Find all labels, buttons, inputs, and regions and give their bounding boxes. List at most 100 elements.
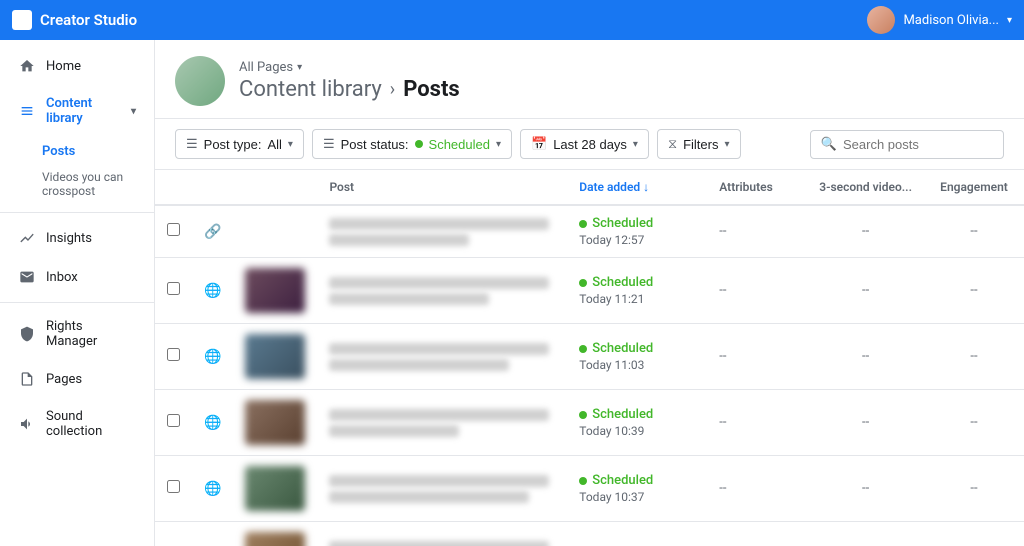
table-row: 🌐 Scheduled [155, 456, 1024, 522]
row-checkbox-2[interactable] [155, 258, 192, 324]
filter-icon: ⧖ [668, 136, 677, 152]
sidebar-item-rights-manager[interactable]: Rights Manager [4, 309, 150, 359]
col-post: Post [317, 170, 567, 205]
breadcrumb-current: Posts [403, 77, 460, 102]
row-icon-4: 🌐 [192, 390, 233, 456]
table-row: 🌐 Scheduled [155, 324, 1024, 390]
page-selector[interactable]: All Pages ▾ [239, 60, 460, 75]
content-library-arrow: ▾ [131, 106, 136, 117]
app-title: Creator Studio [40, 11, 137, 29]
globe-icon: 🌐 [204, 283, 221, 299]
row-checkbox-6[interactable] [155, 522, 192, 546]
post-text-blur [329, 218, 549, 230]
sidebar-item-home[interactable]: Home [4, 47, 150, 85]
row-engagement-5: -- [924, 456, 1024, 522]
preview-image-1 [245, 268, 305, 313]
date-range-filter[interactable]: 📅 Last 28 days ▾ [520, 129, 649, 159]
user-menu-chevron[interactable]: ▾ [1007, 15, 1012, 26]
status-scheduled: Scheduled [579, 473, 695, 488]
row-preview-4 [233, 390, 317, 456]
status-dot-green [579, 477, 587, 485]
post-status-value: Scheduled [429, 137, 490, 152]
globe-icon: 🌐 [204, 481, 221, 497]
sidebar-item-sound-collection[interactable]: Sound collection [4, 399, 150, 449]
post-text-blur [329, 475, 549, 487]
post-status-label: Post status: [341, 137, 409, 152]
col-icon [192, 170, 233, 205]
sidebar-item-content-library[interactable]: Content library ▾ [4, 86, 150, 136]
row-icon-3: 🌐 [192, 324, 233, 390]
sidebar-item-inbox[interactable]: Inbox [4, 258, 150, 296]
row-icon-2: 🌐 [192, 258, 233, 324]
insights-label: Insights [46, 231, 92, 246]
row-video-3: -- [807, 324, 924, 390]
topbar-right: Madison Olivia... ▾ [867, 6, 1012, 34]
sidebar: Home Content library ▾ Posts Videos you … [0, 40, 155, 546]
col-date-added[interactable]: Date added ↓ [567, 170, 707, 205]
sidebar-divider-2 [0, 302, 154, 303]
sidebar-item-pages[interactable]: Pages [4, 360, 150, 398]
status-dot-green [579, 279, 587, 287]
search-box: 🔍 [810, 130, 1004, 159]
rights-icon [18, 325, 36, 343]
page-header-right: All Pages ▾ Content library › Posts [239, 60, 460, 102]
row-attr-3: -- [707, 324, 807, 390]
row-preview-2 [233, 258, 317, 324]
row-checkbox-1[interactable] [155, 205, 192, 258]
sound-icon [18, 415, 36, 433]
content-library-label: Content library [46, 96, 121, 126]
rights-manager-label: Rights Manager [46, 319, 136, 349]
post-status-chevron: ▾ [496, 139, 501, 150]
sidebar-item-posts[interactable]: Posts [0, 137, 154, 166]
table-header-row: Post Date added ↓ Attributes 3-second vi… [155, 170, 1024, 205]
toolbar: ☰ Post type: All ▾ ☰ Post status: Schedu… [155, 119, 1024, 170]
row-engagement-1: -- [924, 205, 1024, 258]
filters-chevron: ▾ [724, 139, 729, 150]
row-checkbox-4[interactable] [155, 390, 192, 456]
row-post-5 [317, 456, 567, 522]
row-post-2 [317, 258, 567, 324]
globe-icon: 🌐 [204, 349, 221, 365]
filters-button[interactable]: ⧖ Filters ▾ [657, 129, 741, 159]
post-type-label: Post type: [204, 137, 262, 152]
topbar: Creator Studio Madison Olivia... ▾ [0, 0, 1024, 40]
filters-label: Filters [683, 137, 718, 152]
status-dot-green [579, 411, 587, 419]
status-scheduled: Scheduled [579, 341, 695, 356]
sidebar-crosspost[interactable]: Videos you can crosspost [0, 166, 154, 206]
breadcrumb-parent[interactable]: Content library [239, 77, 382, 102]
col-attributes: Attributes [707, 170, 807, 205]
row-engagement-3: -- [924, 324, 1024, 390]
post-status-filter[interactable]: ☰ Post status: Scheduled ▾ [312, 129, 512, 159]
sidebar-divider-1 [0, 212, 154, 213]
status-scheduled: Scheduled [579, 216, 695, 231]
preview-image-2 [245, 334, 305, 379]
post-type-filter[interactable]: ☰ Post type: All ▾ [175, 129, 304, 159]
search-input[interactable] [843, 137, 993, 152]
row-checkbox-5[interactable] [155, 456, 192, 522]
row-date-4: Scheduled Today 10:39 [567, 390, 707, 456]
row-checkbox-3[interactable] [155, 324, 192, 390]
col-engagement: Engagement [924, 170, 1024, 205]
sidebar-item-insights[interactable]: Insights [4, 219, 150, 257]
post-text-blur [329, 343, 549, 355]
row-engagement-2: -- [924, 258, 1024, 324]
table-row: 🌐 Scheduled [155, 522, 1024, 546]
row-post-6 [317, 522, 567, 546]
table-row: 🌐 Scheduled [155, 258, 1024, 324]
breadcrumb-separator: › [390, 79, 395, 100]
breadcrumb: Content library › Posts [239, 77, 460, 102]
row-date-3: Scheduled Today 11:03 [567, 324, 707, 390]
post-text-blur-2 [329, 234, 469, 246]
row-post-4 [317, 390, 567, 456]
col-video: 3-second video... [807, 170, 924, 205]
status-time-3: Today 11:03 [579, 358, 695, 372]
page-header: All Pages ▾ Content library › Posts [155, 40, 1024, 119]
status-time-2: Today 11:21 [579, 292, 695, 306]
pages-label: Pages [46, 372, 82, 387]
table-container: Post Date added ↓ Attributes 3-second vi… [155, 170, 1024, 546]
row-date-5: Scheduled Today 10:37 [567, 456, 707, 522]
col-preview [233, 170, 317, 205]
date-range-value: Last 28 days [553, 137, 627, 152]
sound-collection-label: Sound collection [46, 409, 136, 439]
